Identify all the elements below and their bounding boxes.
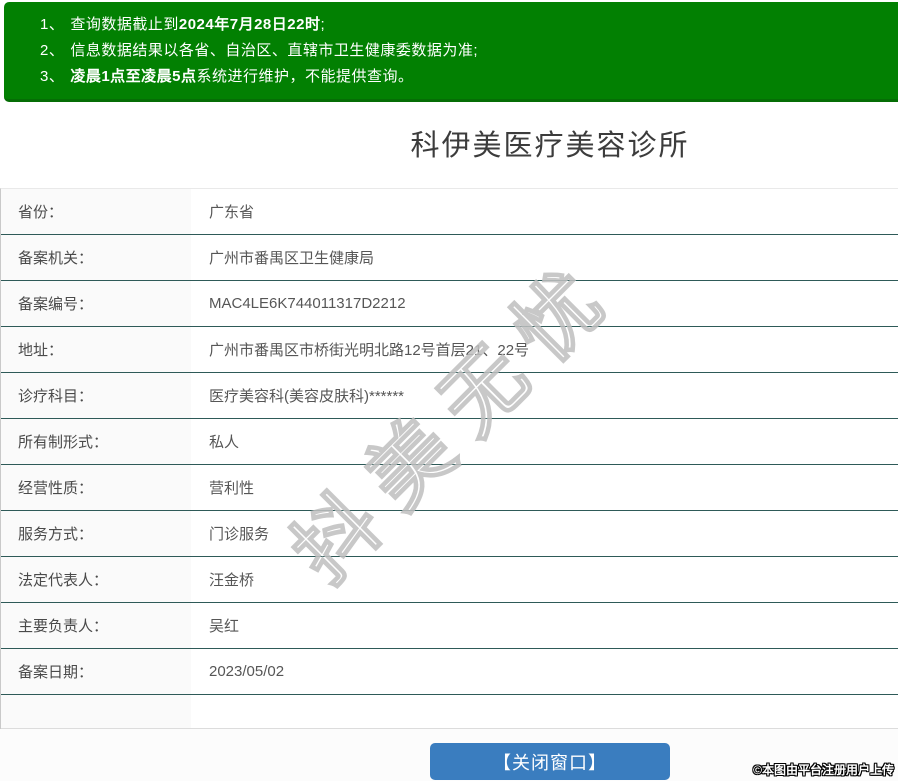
notice-banner: 1、 查询数据截止到2024年7月28日22时; 2、 信息数据结果以各省、自治区、… xyxy=(4,2,898,102)
row-value: 私人 xyxy=(209,434,240,451)
table-row-record-number: 备案编号： MAC4LE6K744011317D2212 xyxy=(1,281,898,327)
table-row-record-date: 备案日期： 2023/05/02 xyxy=(1,649,898,695)
row-label: 备案日期： xyxy=(1,649,191,694)
notice-line-text: ; xyxy=(320,16,326,33)
row-label: 省份： xyxy=(1,189,191,234)
table-row-legal-representative: 法定代表人： 汪金桥 xyxy=(1,557,898,603)
table-row-province: 省份： 广东省 xyxy=(1,189,898,235)
notice-line-text: 系统进行维护，不能提供查询。 xyxy=(196,68,414,85)
page-frame: 1、 查询数据截止到2024年7月28日22时; 2、 信息数据结果以各省、自治区、… xyxy=(0,0,898,781)
table-row-address: 地址： 广州市番禺区市桥街光明北路12号首层21、22号 xyxy=(1,327,898,373)
notice-line-text: 查询数据截止到 xyxy=(70,16,179,33)
notice-list: 1、 查询数据截止到2024年7月28日22时; 2、 信息数据结果以各省、自治区、… xyxy=(4,12,898,90)
table-empty-row xyxy=(1,695,898,729)
notice-line-number: 3、 xyxy=(40,68,65,85)
row-value: 汪金桥 xyxy=(209,572,255,589)
notice-line-text: 信息数据结果以各省、自治区、直辖市卫生健康委数据为准; xyxy=(70,42,479,59)
row-value: 广州市番禺区卫生健康局 xyxy=(209,250,375,267)
page-content: 1、 查询数据截止到2024年7月28日22时; 2、 信息数据结果以各省、自治区、… xyxy=(0,2,898,781)
row-label-empty xyxy=(1,695,191,728)
row-label: 备案编号： xyxy=(1,281,191,326)
row-label: 地址： xyxy=(1,327,191,372)
notice-line-2: 2、 信息数据结果以各省、自治区、直辖市卫生健康委数据为准; xyxy=(40,38,898,64)
row-value: 门诊服务 xyxy=(209,526,270,543)
result-card: 科伊美医疗美容诊所 省份： 广东省 备案机关： 广州市番禺区卫生健康局 备案编号… xyxy=(0,126,898,781)
table-row-principal: 主要负责人： 吴红 xyxy=(1,603,898,649)
clinic-title: 科伊美医疗美容诊所 xyxy=(410,130,690,162)
row-value: 广州市番禺区市桥街光明北路12号首层21、22号 xyxy=(209,342,530,359)
row-label: 备案机关： xyxy=(1,235,191,280)
row-label: 诊疗科目： xyxy=(1,373,191,418)
table-row-authority: 备案机关： 广州市番禺区卫生健康局 xyxy=(1,235,898,281)
table-row-business-nature: 经营性质： 营利性 xyxy=(1,465,898,511)
row-label: 所有制形式： xyxy=(1,419,191,464)
info-table: 省份： 广东省 备案机关： 广州市番禺区卫生健康局 备案编号： MAC4LE6K… xyxy=(0,188,898,729)
notice-line-3: 3、 凌晨1点至凌晨5点系统进行维护，不能提供查询。 xyxy=(40,64,898,90)
table-row-ownership: 所有制形式： 私人 xyxy=(1,419,898,465)
row-label: 服务方式： xyxy=(1,511,191,556)
table-row-departments: 诊疗科目： 医疗美容科(美容皮肤科)****** xyxy=(1,373,898,419)
row-label: 经营性质： xyxy=(1,465,191,510)
row-value: 广东省 xyxy=(209,204,255,221)
row-value: 营利性 xyxy=(209,480,255,497)
close-window-button[interactable]: 【关闭窗口】 xyxy=(430,743,670,780)
row-value: MAC4LE6K744011317D2212 xyxy=(209,295,406,312)
row-value: 2023/05/02 xyxy=(209,663,285,680)
notice-line-bold-text: 2024年7月28日22时 xyxy=(178,16,321,33)
row-label: 法定代表人： xyxy=(1,557,191,602)
copyright-note: ©本图由平台注册用户上传 xyxy=(753,763,894,777)
notice-line-number: 1、 xyxy=(40,16,65,33)
row-value: 吴红 xyxy=(209,618,240,635)
row-label: 主要负责人： xyxy=(1,603,191,648)
row-value: 医疗美容科(美容皮肤科)****** xyxy=(209,388,405,405)
notice-line-bold-text: 凌晨1点至凌晨5点 xyxy=(70,68,197,85)
table-row-service-mode: 服务方式： 门诊服务 xyxy=(1,511,898,557)
notice-line-number: 2、 xyxy=(40,42,65,59)
notice-line-1: 1、 查询数据截止到2024年7月28日22时; xyxy=(40,12,898,38)
